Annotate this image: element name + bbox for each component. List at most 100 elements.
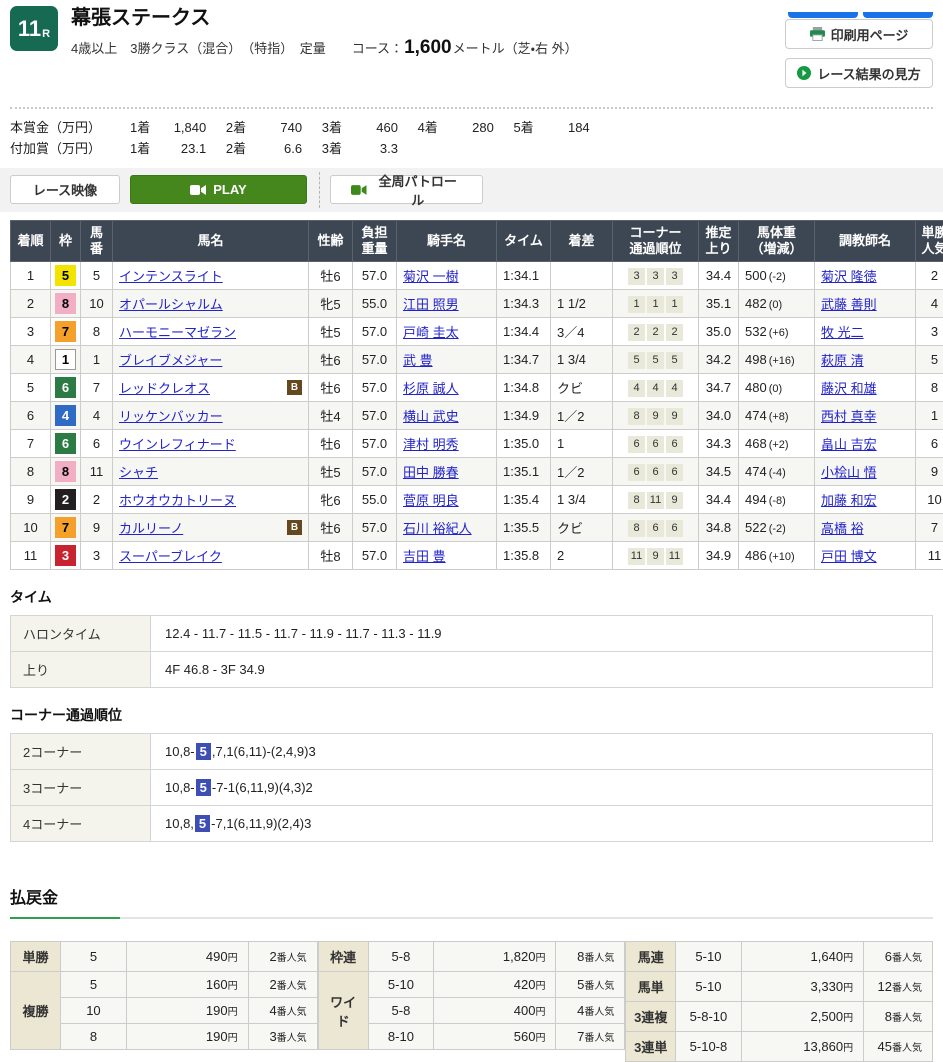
race-video-button[interactable]: レース映像 bbox=[10, 175, 120, 204]
print-page-button[interactable]: 印刷用ページ bbox=[785, 19, 933, 49]
race-title: 幕張ステークス bbox=[71, 6, 578, 30]
waku-number: 2 bbox=[55, 489, 76, 510]
finish-time: 1:35.5 bbox=[497, 514, 551, 542]
blue-button-stub[interactable] bbox=[788, 12, 858, 18]
jockey-link[interactable]: 菅原 明良 bbox=[403, 493, 459, 508]
win-popularity: 2 bbox=[916, 262, 943, 290]
trainer-link[interactable]: 小桧山 悟 bbox=[821, 465, 877, 480]
column-header: 着差 bbox=[551, 220, 613, 262]
trainer-link[interactable]: 武藤 善則 bbox=[821, 297, 877, 312]
trainer-link[interactable]: 戸田 博文 bbox=[821, 549, 877, 564]
body-weight: 494 bbox=[745, 492, 767, 507]
trainer-link[interactable]: 高橋 裕 bbox=[821, 521, 864, 536]
weight-carried: 57.0 bbox=[353, 458, 397, 486]
body-weight: 480 bbox=[745, 380, 767, 395]
finish-time: 1:34.4 bbox=[497, 318, 551, 346]
corner-position: 6 bbox=[647, 464, 664, 481]
yen-suffix: 円 bbox=[535, 1033, 545, 1044]
horse-name-link[interactable]: インテンスライト bbox=[119, 269, 223, 284]
body-weight-cell: 474(+8) bbox=[739, 402, 815, 430]
waku-number: 1 bbox=[55, 349, 76, 370]
payout-combo: 5 bbox=[61, 942, 127, 972]
place-label: 2着 bbox=[226, 138, 246, 159]
play-button[interactable]: PLAY bbox=[130, 175, 307, 204]
time-row: 上り 4F 46.8 - 3F 34.9 bbox=[11, 652, 933, 688]
place-label: 1着 bbox=[130, 117, 150, 138]
trainer-link[interactable]: 萩原 清 bbox=[821, 353, 864, 368]
ninki-suffix: 番人気 bbox=[277, 953, 307, 964]
ninki-suffix: 番人気 bbox=[584, 1007, 614, 1018]
jockey-link[interactable]: 杉原 誠人 bbox=[403, 381, 459, 396]
payout-row: 複勝 5 160円 2番人気 bbox=[11, 972, 318, 998]
column-header: 馬名 bbox=[113, 220, 309, 262]
trainer-link[interactable]: 加藤 和宏 bbox=[821, 493, 877, 508]
result-guide-button[interactable]: レース結果の見方 bbox=[785, 58, 933, 88]
horse-number: 4 bbox=[81, 402, 113, 430]
yen-suffix: 円 bbox=[228, 981, 238, 992]
corner-position: 6 bbox=[666, 436, 683, 453]
jockey-cell: 菅原 明良 bbox=[397, 486, 497, 514]
bet-type-label: 3連複 bbox=[626, 1002, 676, 1032]
jockey-cell: 吉田 豊 bbox=[397, 542, 497, 570]
table-row: 8 8 11 シャチ 牡5 57.0 田中 勝春 1:35.1 1／2 666 … bbox=[11, 458, 943, 486]
body-weight-cell: 486(+10) bbox=[739, 542, 815, 570]
horse-name-link[interactable]: ホウオウカトリーヌ bbox=[119, 493, 236, 508]
finish-position: 4 bbox=[11, 346, 51, 374]
payout-combo: 5-8 bbox=[368, 942, 434, 972]
horse-name-link[interactable]: オパールシャルム bbox=[119, 297, 223, 312]
jockey-link[interactable]: 戸崎 圭太 bbox=[403, 325, 459, 340]
payout-popularity: 2番人気 bbox=[248, 972, 317, 998]
payout-popularity: 8番人気 bbox=[556, 942, 625, 972]
jockey-link[interactable]: 江田 照男 bbox=[403, 297, 459, 312]
finish-time: 1:35.4 bbox=[497, 486, 551, 514]
place-label: 3着 bbox=[322, 138, 342, 159]
column-header: 単勝 人気 bbox=[916, 220, 943, 262]
prize-pair: 2着740 bbox=[210, 117, 302, 138]
margin: 1 1/2 bbox=[551, 290, 613, 318]
course-info: コース：1,600メートル（芝・右 外） bbox=[352, 41, 578, 56]
horse-name-link[interactable]: リッケンバッカー bbox=[119, 409, 223, 424]
jockey-link[interactable]: 田中 勝春 bbox=[403, 465, 459, 480]
horse-name-link[interactable]: ブレイブメジャー bbox=[119, 353, 222, 368]
corner-position: 8 bbox=[628, 492, 645, 509]
place-label: 1着 bbox=[130, 138, 150, 159]
course-label: コース： bbox=[352, 41, 403, 56]
payout-amount: 190円 bbox=[126, 998, 248, 1024]
weight-carried: 57.0 bbox=[353, 514, 397, 542]
jockey-link[interactable]: 武 豊 bbox=[403, 353, 433, 368]
column-header: タイム bbox=[497, 220, 551, 262]
sex-age: 牡6 bbox=[309, 374, 353, 402]
margin: 3／4 bbox=[551, 318, 613, 346]
jockey-link[interactable]: 津村 明秀 bbox=[403, 437, 459, 452]
trainer-link[interactable]: 菊沢 隆徳 bbox=[821, 269, 877, 284]
trainer-link[interactable]: 牧 光二 bbox=[821, 325, 864, 340]
trainer-link[interactable]: 西村 真幸 bbox=[821, 409, 877, 424]
win-popularity: 3 bbox=[916, 318, 943, 346]
horse-name-link[interactable]: カルリーノ bbox=[119, 521, 183, 536]
trainer-link[interactable]: 藤沢 和雄 bbox=[821, 381, 877, 396]
horse-name-link[interactable]: ハーモニーマゼラン bbox=[119, 325, 236, 340]
payout-amount: 190円 bbox=[126, 1024, 248, 1050]
corner-order-pre: 10,8- bbox=[165, 780, 195, 795]
trainer-link[interactable]: 畠山 吉宏 bbox=[821, 437, 877, 452]
jockey-link[interactable]: 横山 武史 bbox=[403, 409, 459, 424]
corner-position: 5 bbox=[666, 352, 683, 369]
jockey-link[interactable]: 石川 裕紀人 bbox=[403, 521, 472, 536]
payout-section-head: 払戻金 bbox=[10, 884, 933, 919]
body-weight-diff: (-8) bbox=[769, 495, 786, 507]
horse-name-link[interactable]: レッドクレオス bbox=[119, 381, 210, 396]
last-3f-time: 35.0 bbox=[699, 318, 739, 346]
corner-position: 1 bbox=[647, 296, 664, 313]
blue-button-stub[interactable] bbox=[863, 12, 933, 18]
corner-position: 9 bbox=[647, 408, 664, 425]
patrol-video-button[interactable]: 全周パトロール bbox=[330, 175, 483, 204]
jockey-cell: 石川 裕紀人 bbox=[397, 514, 497, 542]
jockey-link[interactable]: 菊沢 一樹 bbox=[403, 269, 459, 284]
results-table-head: 着順 枠 馬 番 馬名 性齢 負担 重量 騎手名 タイム 着差 コーナー 通過順… bbox=[11, 220, 943, 262]
horse-name-link[interactable]: スーパーブレイク bbox=[119, 549, 222, 564]
horse-name-link[interactable]: ウインレフィナード bbox=[119, 437, 236, 452]
jockey-link[interactable]: 吉田 豊 bbox=[403, 549, 446, 564]
horse-name-link[interactable]: シャチ bbox=[119, 465, 158, 480]
sex-age: 牡6 bbox=[309, 346, 353, 374]
last-3f-time: 34.0 bbox=[699, 402, 739, 430]
